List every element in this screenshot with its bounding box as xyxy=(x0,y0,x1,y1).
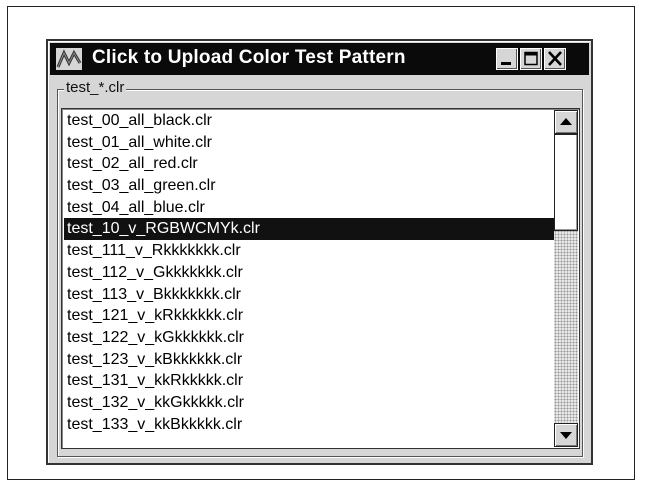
maximize-button[interactable] xyxy=(520,48,542,70)
list-item[interactable]: test_01_all_white.clr xyxy=(64,132,556,154)
list-item[interactable]: test_111_v_Rkkkkkkk.clr xyxy=(64,240,556,262)
list-item[interactable]: test_133_v_kkBkkkkk.clr xyxy=(64,414,556,436)
list-item[interactable]: test_121_v_kRkkkkkk.clr xyxy=(64,305,556,327)
scroll-up-button[interactable] xyxy=(554,110,578,134)
maximize-icon xyxy=(524,51,538,66)
list-item[interactable]: test_03_all_green.clr xyxy=(64,175,556,197)
list-item[interactable]: test_132_v_kkGkkkkk.clr xyxy=(64,392,556,414)
minimize-button[interactable] xyxy=(496,48,518,70)
list-item[interactable]: test_131_v_kkRkkkkk.clr xyxy=(64,370,556,392)
list-item[interactable]: test_123_v_kBkkkkkk.clr xyxy=(64,349,556,371)
list-item[interactable]: test_122_v_kGkkkkkk.clr xyxy=(64,327,556,349)
list-item[interactable]: test_113_v_Bkkkkkkk.clr xyxy=(64,284,556,306)
list-item[interactable]: test_02_all_red.clr xyxy=(64,153,556,175)
list-item-selected[interactable]: test_10_v_RGBWCMYk.clr xyxy=(64,218,556,241)
upload-dialog-window: Click to Upload Color Test Pattern test_… xyxy=(46,39,593,465)
file-listbox[interactable]: test_00_all_black.clr test_01_all_white.c… xyxy=(61,108,580,449)
scrollbar-thumb[interactable] xyxy=(554,134,578,231)
list-item[interactable]: test_04_all_blue.clr xyxy=(64,197,556,219)
waveform-app-icon xyxy=(56,48,82,70)
window-title: Click to Upload Color Test Pattern xyxy=(92,47,406,68)
title-bar[interactable]: Click to Upload Color Test Pattern xyxy=(50,43,589,75)
close-button[interactable] xyxy=(544,48,566,70)
close-icon xyxy=(548,51,562,66)
list-item[interactable]: test_112_v_Gkkkkkkk.clr xyxy=(64,262,556,284)
vertical-scrollbar[interactable] xyxy=(554,110,578,447)
list-item[interactable]: test_00_all_black.clr xyxy=(64,110,556,132)
file-filter-label: test_*.clr xyxy=(64,78,127,98)
arrow-up-icon xyxy=(560,118,572,125)
file-list-items: test_00_all_black.clr test_01_all_white.c… xyxy=(64,110,556,435)
arrow-down-icon xyxy=(560,432,572,439)
minimize-icon xyxy=(501,62,511,65)
scroll-down-button[interactable] xyxy=(554,423,578,447)
